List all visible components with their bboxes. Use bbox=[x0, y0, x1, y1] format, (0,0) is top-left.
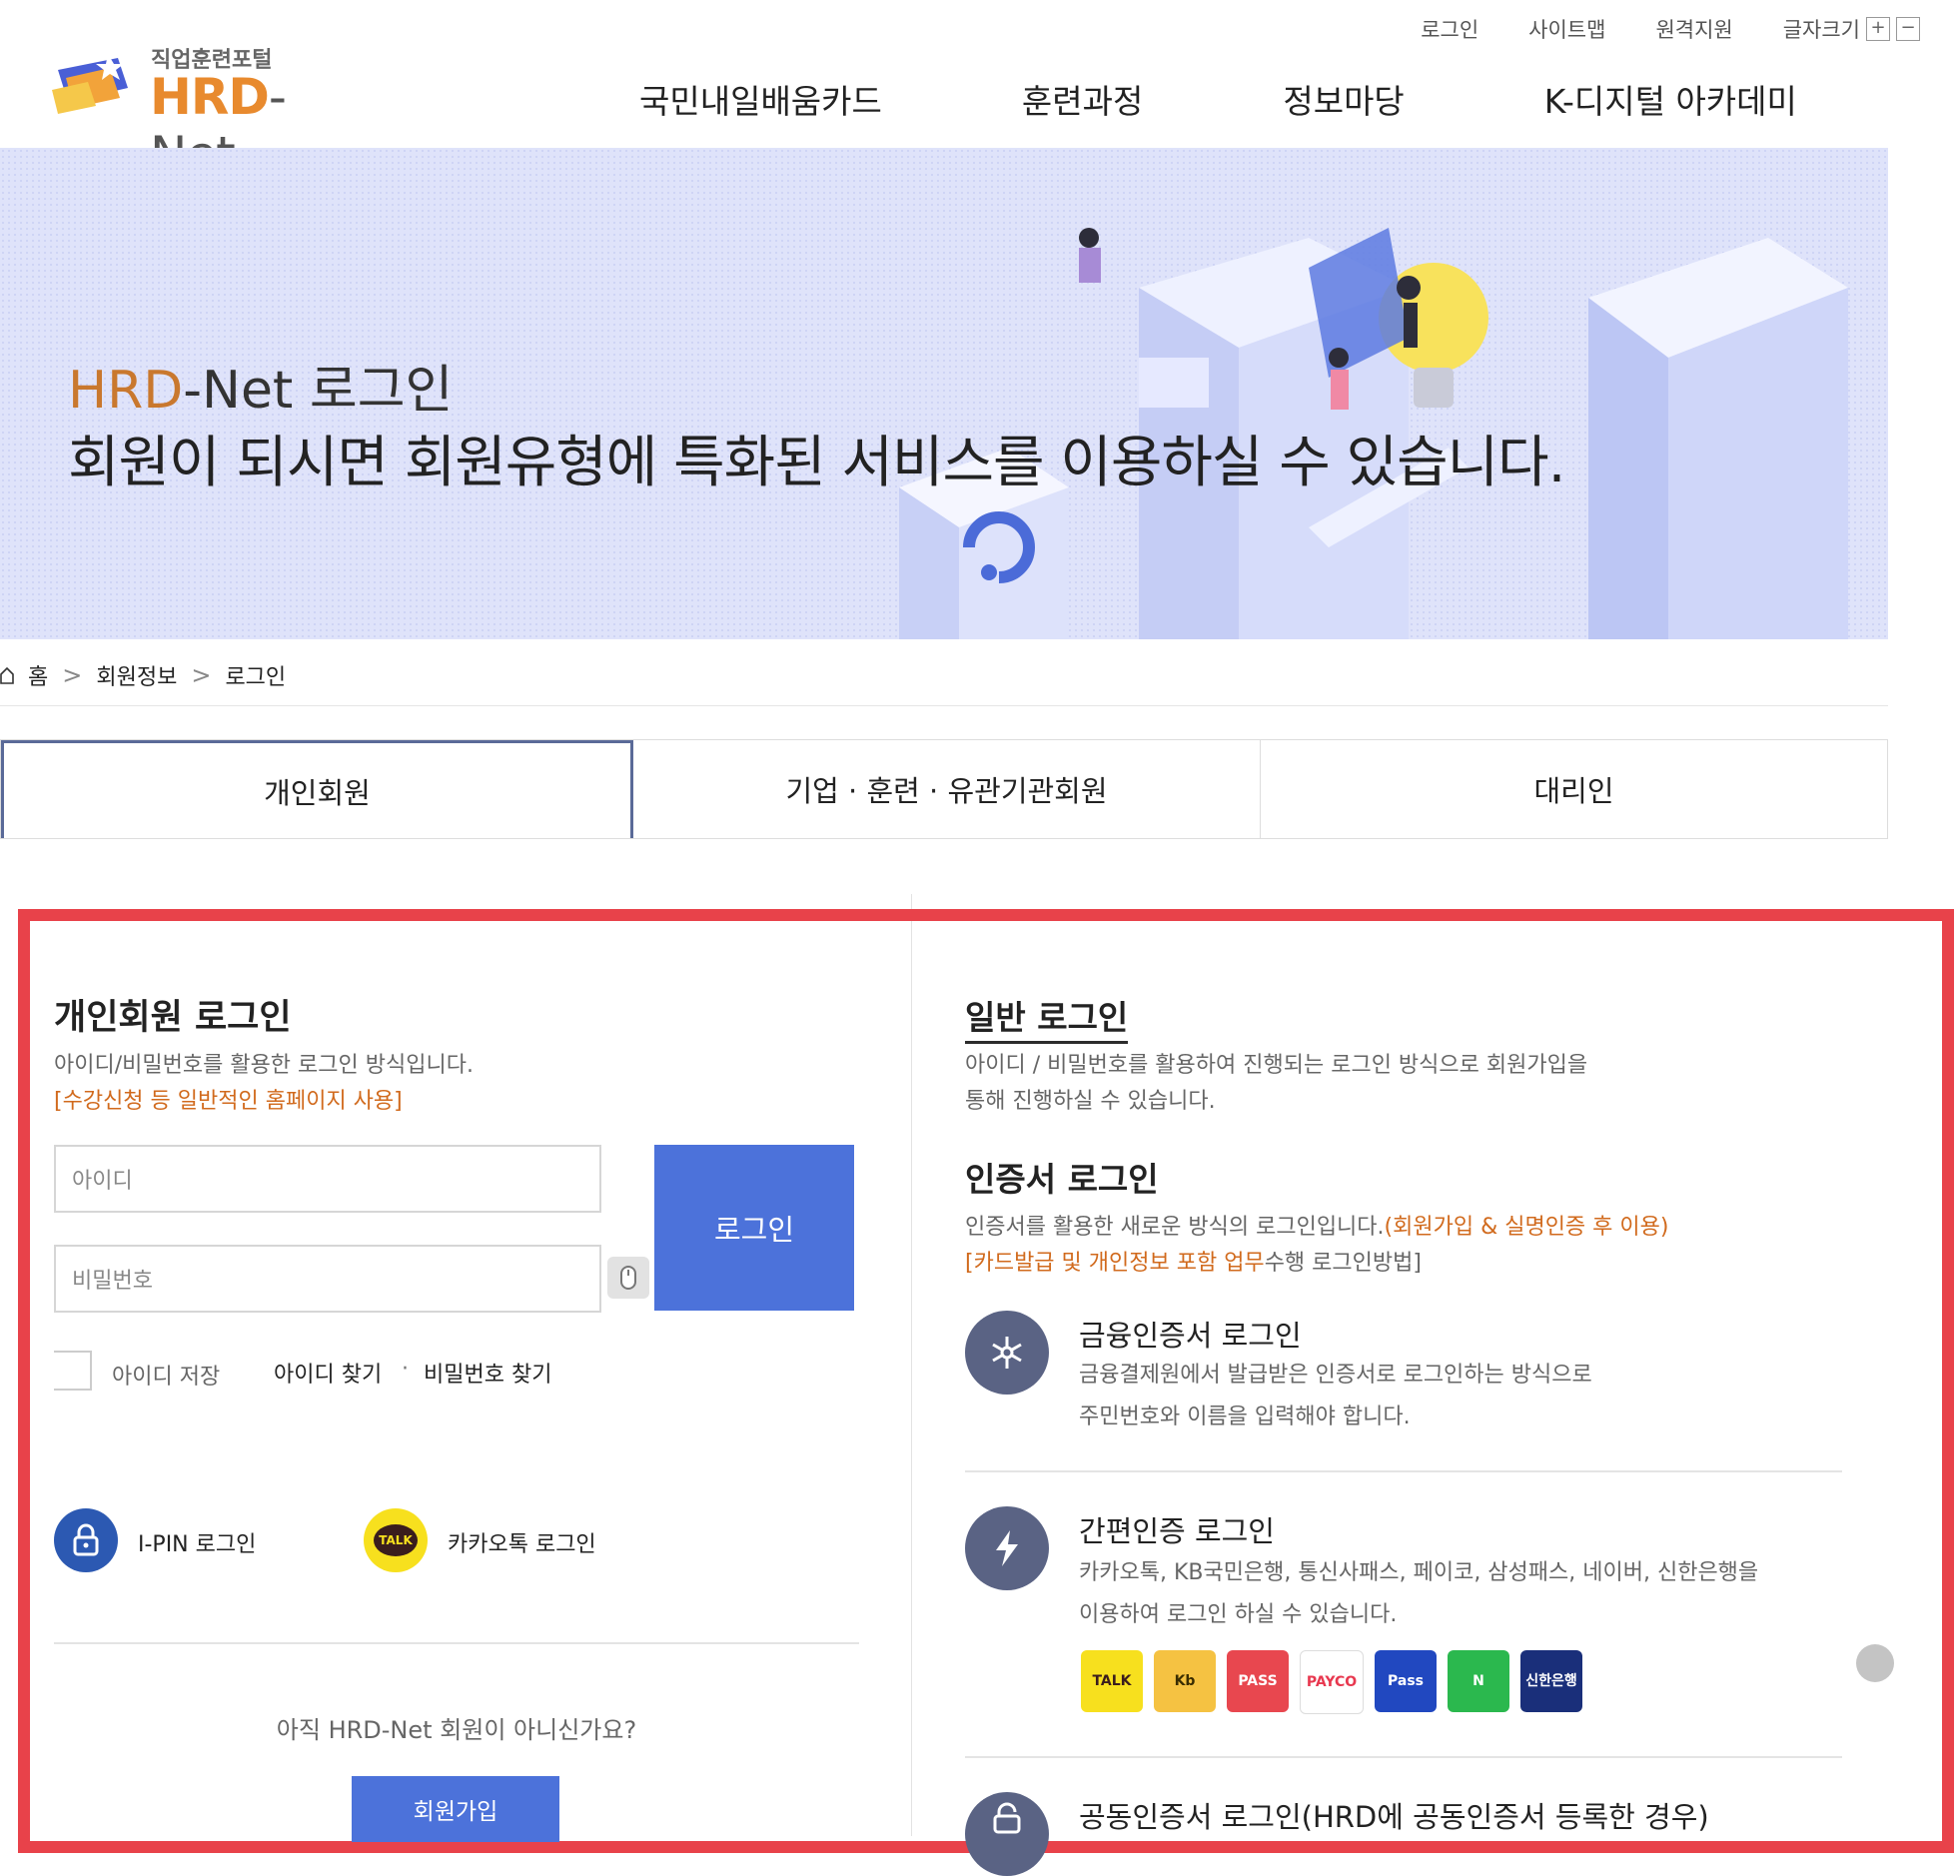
joint-cert-login-title[interactable]: 공동인증서 로그인(HRD에 공동인증서 등록한 경우) bbox=[1079, 1794, 1709, 1836]
find-id-link[interactable]: 아이디 찾기 bbox=[274, 1357, 382, 1389]
mouse-icon bbox=[620, 1266, 636, 1290]
logo-hrd: HRD bbox=[150, 68, 270, 126]
hero-title-hrd: HRD bbox=[68, 361, 184, 421]
ipin-login-link[interactable]: I-PIN 로그인 bbox=[138, 1526, 256, 1558]
provider-chip[interactable]: PAYCO bbox=[1300, 1650, 1364, 1714]
divider bbox=[965, 1470, 1842, 1472]
cert-login-desc: 인증서를 활용한 새로운 방식의 로그인입니다.(회원가입 & 실명인증 후 이… bbox=[965, 1209, 1668, 1241]
personal-login-desc: 아이디/비밀번호를 활용한 로그인 방식입니다. bbox=[54, 1053, 474, 1078]
hero-title-rest: -Net 로그인 bbox=[183, 361, 454, 421]
chevron-right-icon: > bbox=[191, 661, 212, 689]
financial-cert-icon[interactable] bbox=[965, 1311, 1049, 1395]
provider-chip[interactable]: TALK bbox=[1081, 1650, 1143, 1712]
join-button[interactable]: 회원가입 bbox=[352, 1776, 559, 1842]
hero-title: HRD-Net 로그인 bbox=[68, 348, 453, 423]
nav-item-card[interactable]: 국민내일배움카드 bbox=[639, 75, 882, 123]
general-login-desc-2: 통해 진행하실 수 있습니다. bbox=[965, 1089, 1216, 1114]
cert-login-title: 인증서 로그인 bbox=[965, 1160, 1159, 1199]
lock-icon[interactable] bbox=[54, 1508, 118, 1572]
link-separator: · bbox=[402, 1357, 409, 1382]
chevron-right-icon: > bbox=[62, 661, 83, 689]
tab-agent[interactable]: 대리인 bbox=[1261, 740, 1887, 838]
general-login-title: 일반 로그인 bbox=[965, 991, 1129, 1044]
kakao-login-link[interactable]: 카카오톡 로그인 bbox=[448, 1526, 596, 1558]
financial-cert-desc-2: 주민번호와 이름을 입력해야 합니다. bbox=[1079, 1405, 1411, 1429]
nav-item-course[interactable]: 훈련과정 bbox=[1022, 75, 1143, 123]
talk-badge: TALK bbox=[374, 1524, 418, 1556]
nav-item-info[interactable]: 정보마당 bbox=[1283, 75, 1404, 123]
utility-bar: 로그인 사이트맵 원격지원 글자크기 + − bbox=[1421, 14, 1920, 44]
cert-note-orange: [카드발급 및 개인정보 포함 업무 bbox=[965, 1251, 1265, 1276]
breadcrumb-login: 로그인 bbox=[225, 665, 287, 690]
util-sitemap-link[interactable]: 사이트맵 bbox=[1528, 14, 1605, 44]
personal-login-note: [수강신청 등 일반적인 홈페이지 사용] bbox=[54, 1089, 403, 1114]
find-password-link[interactable]: 비밀번호 찾기 bbox=[424, 1357, 551, 1389]
util-remote-link[interactable]: 원격지원 bbox=[1655, 14, 1732, 44]
cert-desc-text: 인증서를 활용한 새로운 방식의 로그인입니다. bbox=[965, 1215, 1385, 1240]
lightning-icon[interactable] bbox=[965, 1506, 1049, 1590]
provider-chip[interactable]: Kb bbox=[1154, 1650, 1216, 1712]
tab-corporate[interactable]: 기업 · 훈련 · 유관기관회원 bbox=[633, 740, 1261, 838]
provider-chip[interactable]: Pass bbox=[1375, 1650, 1437, 1712]
divider bbox=[965, 1756, 1842, 1758]
provider-list: TALK Kb PASS PAYCO Pass N 신한은행 bbox=[1081, 1650, 1582, 1714]
simple-auth-desc-1: 카카오톡, KB국민은행, 통신사패스, 페이코, 삼성패스, 네이버, 신한은… bbox=[1079, 1560, 1759, 1585]
personal-login-title: 개인회원 로그인 bbox=[54, 998, 292, 1038]
id-input[interactable]: 아이디 bbox=[54, 1145, 601, 1213]
hero-illustration bbox=[899, 228, 1848, 639]
font-size-control: 글자크기 + − bbox=[1783, 14, 1920, 44]
hrd-net-logo[interactable]: 직업훈련포털 HRD- Net bbox=[48, 40, 378, 184]
nav-item-kdigital[interactable]: K-디지털 아카데미 bbox=[1544, 75, 1797, 123]
logo-icon bbox=[52, 54, 128, 114]
cert-login-note: [카드발급 및 개인정보 포함 업무수행 로그인방법] bbox=[965, 1245, 1422, 1277]
provider-chip[interactable]: PASS bbox=[1227, 1650, 1289, 1712]
util-login-link[interactable]: 로그인 bbox=[1421, 14, 1478, 44]
divider bbox=[54, 1642, 859, 1644]
hero-subtitle: 회원이 되시면 회원유형에 특화된 서비스를 이용하실 수 있습니다. bbox=[68, 431, 1565, 495]
provider-chip[interactable]: 신한은행 bbox=[1520, 1650, 1582, 1712]
font-minus-icon[interactable]: − bbox=[1896, 17, 1920, 41]
tab-personal[interactable]: 개인회원 bbox=[1, 740, 633, 838]
financial-cert-login-title[interactable]: 금융인증서 로그인 bbox=[1079, 1313, 1302, 1355]
login-button[interactable]: 로그인 bbox=[654, 1145, 854, 1311]
financial-cert-desc-1: 금융결제원에서 발급받은 인증서로 로그인하는 방식으로 bbox=[1079, 1363, 1592, 1388]
font-size-label: 글자크기 bbox=[1782, 18, 1860, 42]
simple-auth-desc-2: 이용하여 로그인 하실 수 있습니다. bbox=[1079, 1602, 1398, 1627]
cert-note-rest: 수행 로그인방법] bbox=[1264, 1251, 1422, 1276]
kakao-talk-icon[interactable]: TALK bbox=[364, 1508, 428, 1572]
general-login-desc-1: 아이디 / 비밀번호를 활용하여 진행되는 로그인 방식으로 회원가입을 bbox=[965, 1053, 1588, 1078]
breadcrumb: 홈 > 회원정보 > 로그인 bbox=[0, 659, 286, 691]
scroll-top-button[interactable] bbox=[1856, 1644, 1894, 1682]
breadcrumb-member[interactable]: 회원정보 bbox=[96, 659, 177, 691]
save-id-checkbox[interactable] bbox=[54, 1351, 92, 1391]
joint-cert-icon[interactable] bbox=[965, 1792, 1049, 1876]
divider bbox=[0, 705, 1888, 706]
main-nav: 국민내일배움카드 훈련과정 정보마당 K-디지털 아카데미 bbox=[639, 75, 1937, 123]
provider-chip[interactable]: N bbox=[1448, 1650, 1509, 1712]
virtual-keyboard-icon[interactable] bbox=[607, 1257, 649, 1299]
save-id-label: 아이디 저장 bbox=[112, 1365, 221, 1390]
breadcrumb-home[interactable]: 홈 bbox=[28, 659, 48, 691]
cert-desc-orange: (회원가입 & 실명인증 후 이용) bbox=[1384, 1215, 1669, 1240]
simple-auth-login-title[interactable]: 간편인증 로그인 bbox=[1079, 1508, 1275, 1550]
home-icon[interactable] bbox=[0, 666, 14, 684]
member-type-tabs: 개인회원 기업 · 훈련 · 유관기관회원 대리인 bbox=[0, 739, 1888, 839]
not-member-text: 아직 HRD-Net 회원이 아니신가요? bbox=[276, 1716, 637, 1744]
font-plus-icon[interactable]: + bbox=[1866, 17, 1890, 41]
password-input[interactable]: 비밀번호 bbox=[54, 1245, 601, 1313]
hero-banner: HRD-Net 로그인 회원이 되시면 회원유형에 특화된 서비스를 이용하실 … bbox=[0, 148, 1888, 639]
